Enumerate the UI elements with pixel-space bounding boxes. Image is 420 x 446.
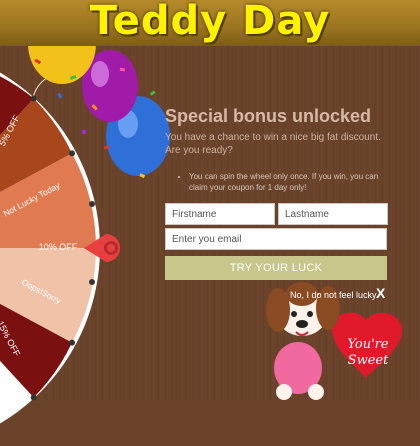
wheel-peg [69,339,75,346]
name-row [165,203,390,225]
promo-banner: Teddy Day [0,0,420,46]
wheel-peg [89,279,95,285]
popup-background: 5% OFF Not Lucky Today 10% OFF Oops!Sorr… [0,46,420,424]
rules-list: You can spin the wheel only once. If you… [165,171,390,193]
rules-item: You can spin the wheel only once. If you… [189,171,390,193]
wheel-peg [30,95,37,102]
close-icon[interactable]: X [376,285,385,301]
email-input[interactable] [165,228,387,250]
popup-subtext: You have a chance to win a nice big fat … [165,132,381,156]
popup-headline: Special bonus unlocked [165,106,372,126]
prize-wheel[interactable]: 5% OFF Not Lucky Today 10% OFF Oops!Sorr… [0,46,130,446]
wheel-peg [69,150,75,157]
banner-title: Teddy Day [89,0,331,44]
firstname-input[interactable] [165,203,275,225]
wheel-peg [89,201,95,207]
decline-link[interactable]: No, I do not feel lucky [290,290,377,300]
sticker-line1: You're [347,337,388,352]
teddy-bear-image: You're Sweet [266,282,402,400]
wheel-label-10: 10% OFF [39,242,78,252]
sticker-line2: Sweet [348,353,389,368]
popup-content: Special bonus unlocked You have a chance… [165,106,390,280]
lastname-input[interactable] [278,203,388,225]
